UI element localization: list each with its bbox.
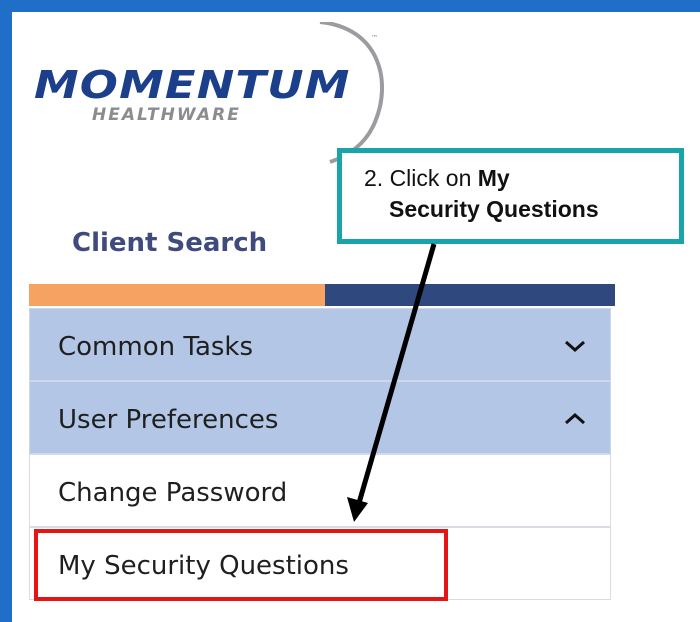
accent-stripe-navy (325, 284, 615, 306)
menu-item-common-tasks[interactable]: Common Tasks (29, 308, 611, 381)
accent-stripe-orange (29, 284, 325, 306)
instruction-callout: 2. Click on My Security Questions (337, 148, 684, 244)
callout-bold-text: My (477, 165, 510, 191)
menu-item-user-preferences[interactable]: User Preferences (29, 381, 611, 454)
client-search-link[interactable]: Client Search (72, 226, 267, 260)
menu-item-label: User Preferences (58, 405, 279, 435)
logo-trademark: ™ (371, 34, 378, 42)
highlight-box (34, 529, 448, 601)
menu-item-label: Common Tasks (58, 332, 254, 362)
logo-wordmark: MOMENTUM (34, 63, 351, 107)
chevron-down-icon[interactable] (562, 335, 588, 357)
menu-item-change-password[interactable]: Change Password (29, 454, 611, 527)
callout-line2: Security Questions (389, 196, 599, 222)
logo-subtitle: HEALTHWARE (92, 105, 241, 125)
menu-item-label: Change Password (58, 478, 288, 508)
chevron-up-icon[interactable] (562, 408, 588, 430)
callout-step-text: 2. Click on (364, 165, 478, 191)
